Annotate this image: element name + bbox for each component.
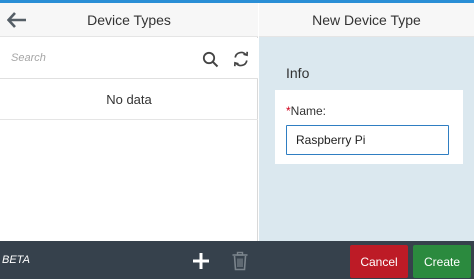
refresh-button[interactable] xyxy=(230,48,252,70)
refresh-icon xyxy=(233,51,249,67)
master-pane: Device Types No data xyxy=(0,3,258,241)
app-window: Device Types No data xyxy=(0,0,474,279)
detail-pane: New Device Type Info *Name: xyxy=(259,3,474,241)
name-field-label: *Name: xyxy=(286,104,326,118)
cancel-button[interactable]: Cancel xyxy=(350,245,408,278)
beta-label: BETA xyxy=(2,254,30,266)
info-form-panel: *Name: xyxy=(275,90,463,164)
info-section-title: Info xyxy=(286,65,310,81)
magnifier-icon xyxy=(202,51,218,67)
add-button[interactable] xyxy=(188,248,214,274)
plus-icon xyxy=(193,253,209,269)
search-button[interactable] xyxy=(199,48,221,70)
search-bar xyxy=(0,38,258,79)
footer-toolbar: BETA Cancel Create xyxy=(0,241,474,279)
search-input[interactable] xyxy=(4,45,194,71)
master-header: Device Types xyxy=(0,3,258,37)
detail-header: New Device Type xyxy=(259,3,474,37)
detail-title: New Device Type xyxy=(312,12,421,28)
master-title: Device Types xyxy=(87,12,171,28)
name-label-text: Name: xyxy=(290,104,327,118)
name-field[interactable] xyxy=(286,125,449,155)
delete-button[interactable] xyxy=(227,248,253,274)
trash-icon xyxy=(232,251,248,271)
arrow-left-icon xyxy=(7,12,26,28)
back-button[interactable] xyxy=(4,7,30,33)
create-button[interactable]: Create xyxy=(413,245,471,278)
empty-list-message: No data xyxy=(0,80,258,120)
